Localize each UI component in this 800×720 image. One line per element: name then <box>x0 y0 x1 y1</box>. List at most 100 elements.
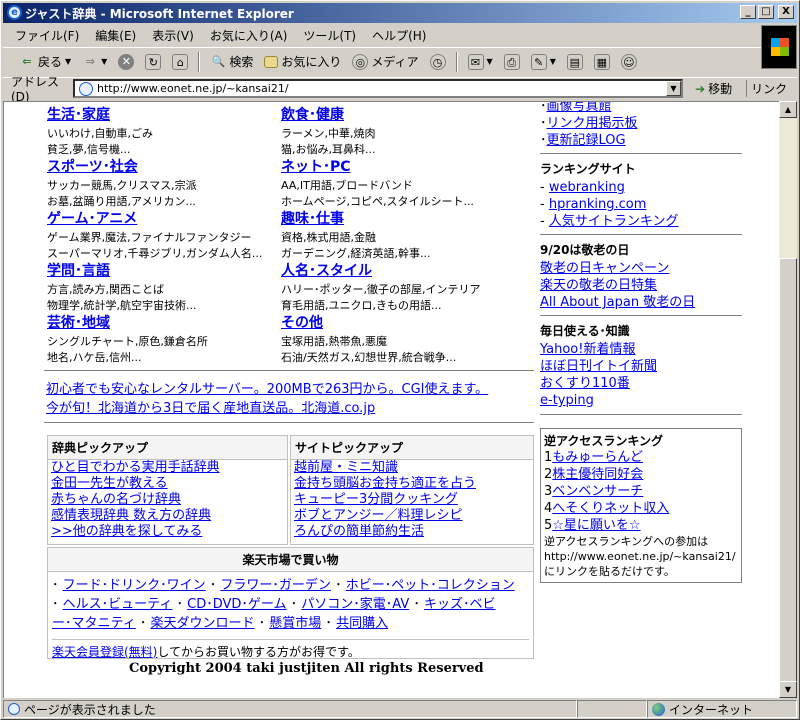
refresh-button[interactable]: ↻ <box>141 51 165 73</box>
dict-pickup-link[interactable]: ひと目でわかる実用手話辞典 <box>51 460 220 475</box>
site-pickup-link[interactable]: 金持ち頭脳お金持ち適正を占う <box>294 476 476 491</box>
menu-edit[interactable]: 編集(E) <box>95 27 136 44</box>
globe-icon <box>652 702 665 716</box>
edit-icon: ✎ <box>530 53 547 70</box>
category-title[interactable]: ゲーム･アニメ <box>47 211 137 227</box>
discuss-button[interactable]: ▤ <box>563 51 587 73</box>
rakuten-link[interactable]: 懸賞市場 <box>269 616 321 631</box>
ranking-link[interactable]: webranking <box>549 180 625 195</box>
address-url[interactable]: http://www.eonet.ne.jp/~kansai21/ <box>97 82 289 95</box>
address-dropdown-button[interactable]: ▼ <box>666 81 681 96</box>
promo-link[interactable]: 今が旬！北海道から3日で届く産地直送品。北海道.co.jp <box>46 401 375 416</box>
menu-favorites[interactable]: お気に入り(A) <box>210 27 288 44</box>
category-title[interactable]: 芸術･地域 <box>47 315 110 331</box>
scroll-thumb[interactable] <box>779 258 797 688</box>
keiro-link[interactable]: 敬老の日キャンペーン <box>540 261 669 276</box>
address-input[interactable]: http://www.eonet.ne.jp/~kansai21/ ▼ <box>73 79 683 98</box>
category-title[interactable]: その他 <box>281 315 323 331</box>
ranking-link[interactable]: hpranking.com <box>549 197 647 212</box>
maximize-button[interactable]: □ <box>758 5 774 19</box>
rakuten-link[interactable]: パソコン･家電･AV <box>301 597 409 612</box>
minimize-button[interactable]: _ <box>740 5 756 19</box>
keiro-link[interactable]: All About Japan 敬老の日 <box>540 295 695 310</box>
print-button[interactable]: ⎙ <box>500 51 524 73</box>
site-pickup-link[interactable]: ろんぴの簡単節約生活 <box>294 524 424 539</box>
forward-button[interactable]: ⇒ ▼ <box>78 51 111 73</box>
dict-pickup-link[interactable]: 金田一先生が教える <box>51 476 168 491</box>
rakuten-link[interactable]: フード･ドリンク･ワイン <box>63 578 206 593</box>
rakuten-member-text: してからお買い物する方がお得です。 <box>157 645 360 659</box>
history-button[interactable]: ◷ <box>426 51 450 73</box>
back-button[interactable]: ⇐ 戻る ▼ <box>15 51 75 73</box>
home-button[interactable]: ⌂ <box>168 51 192 73</box>
access-ranking-link[interactable]: もみゅーらんど <box>552 450 643 465</box>
mail-icon: ✉ <box>467 53 484 70</box>
close-button[interactable]: X <box>778 5 794 19</box>
menu-help[interactable]: ヘルプ(H) <box>372 27 426 44</box>
site-pickup-link[interactable]: 越前屋・ミニ知識 <box>294 460 398 475</box>
keiro-link[interactable]: 楽天の敬老の日特集 <box>540 278 657 293</box>
chevron-down-icon: ▼ <box>101 57 108 66</box>
sidebar-link[interactable]: リンク用掲示板 <box>547 116 638 131</box>
daily-link[interactable]: e-typing <box>540 393 594 408</box>
chevron-down-icon: ▼ <box>486 57 493 66</box>
scroll-up-button[interactable]: ▲ <box>779 101 797 118</box>
dict-pickup-link[interactable]: 感情表現辞典 数え方の辞典 <box>51 508 211 523</box>
messenger-button[interactable]: ☺ <box>617 51 641 73</box>
access-ranking-link[interactable]: ベンベンサーチ <box>552 484 643 499</box>
category-title[interactable]: スポーツ･社会 <box>47 159 138 175</box>
research-button[interactable]: ▦ <box>590 51 614 73</box>
media-button[interactable]: ◎ メディア <box>348 51 422 73</box>
rakuten-link[interactable]: ヘルス･ビューティ <box>63 597 173 612</box>
go-button[interactable]: ➔ 移動 <box>695 80 732 97</box>
stop-button[interactable]: ✕ <box>114 51 138 73</box>
favorites-button[interactable]: お気に入り <box>260 51 345 73</box>
category-title[interactable]: 学問･言語 <box>47 263 110 279</box>
access-ranking-header: 逆アクセスランキング <box>544 434 664 448</box>
category-title[interactable]: 生活･家庭 <box>47 107 110 123</box>
rakuten-link[interactable]: キッズ･ベビ <box>424 597 496 612</box>
rakuten-member-link[interactable]: 楽天会員登録(無料) <box>52 645 157 659</box>
rakuten-link[interactable]: CD･DVD･ゲーム <box>187 597 286 612</box>
dict-pickup-link[interactable]: 赤ちゃんの名づけ辞典 <box>51 492 181 507</box>
ie-icon: e <box>7 5 22 20</box>
category-title[interactable]: 飲食･健康 <box>281 107 344 123</box>
edit-button[interactable]: ✎ ▼ <box>527 51 560 73</box>
access-ranking-link[interactable]: 株主優待同好会 <box>552 467 643 482</box>
rakuten-link[interactable]: ー･マタニティ <box>52 616 136 631</box>
search-label: 検索 <box>229 55 254 69</box>
category-title[interactable]: 趣味･仕事 <box>281 211 344 227</box>
rakuten-link[interactable]: 楽天ダウンロード <box>151 616 255 631</box>
dict-pickup-link[interactable]: >>他の辞典を探してみる <box>51 524 202 539</box>
rakuten-link[interactable]: 共同購入 <box>336 616 388 631</box>
menu-view[interactable]: 表示(V) <box>152 27 194 44</box>
access-note-url: http://www.eonet.ne.jp/~kansai21/ <box>544 550 736 563</box>
rakuten-header: 楽天市場で買い物 <box>48 548 533 572</box>
scroll-down-button[interactable]: ▼ <box>779 681 797 698</box>
rakuten-link[interactable]: ホビー･ペット･コレクション <box>346 578 515 593</box>
address-label: アドレス(D) <box>11 75 60 104</box>
access-ranking-link[interactable]: ☆星に願いを☆ <box>552 518 640 533</box>
category-title[interactable]: 人名･スタイル <box>281 263 372 279</box>
sidebar-link[interactable]: 更新記録LOG <box>547 133 626 148</box>
menu-file[interactable]: ファイル(F) <box>15 27 79 44</box>
vertical-scrollbar[interactable]: ▲ ▼ <box>779 101 797 698</box>
category-title[interactable]: ネット･PC <box>281 159 351 175</box>
access-ranking-link[interactable]: へそくりネット収入 <box>552 501 669 516</box>
daily-link[interactable]: ほぼ日刊イトイ新聞 <box>540 359 657 374</box>
site-pickup-link[interactable]: ボブとアンジー／料理レシピ <box>294 508 462 523</box>
title-bar: e ジャスト辞典 - Microsoft Internet Explorer _… <box>3 3 797 23</box>
promo-link[interactable]: 初心者でも安心なレンタルサーバー。200MBで263円から。CGI使えます。 <box>46 382 488 397</box>
menu-tools[interactable]: ツール(T) <box>303 27 356 44</box>
daily-link[interactable]: Yahoo!新着情報 <box>540 342 635 357</box>
links-button[interactable]: リンク <box>746 80 787 97</box>
sidebar-link[interactable]: 画像写真館 <box>547 102 612 114</box>
category-other: その他 宝塚用語,熱帯魚,悪魔 石油/天然ガス,幻想世界,統合戦争... <box>281 312 511 366</box>
search-button[interactable]: 🔍 検索 <box>206 51 257 73</box>
rakuten-link[interactable]: フラワー･ガーデン <box>220 578 331 593</box>
site-pickup-link[interactable]: キューピー3分間クッキング <box>294 492 458 507</box>
daily-link[interactable]: おくすり110番 <box>540 376 630 391</box>
go-label: 移動 <box>708 82 733 96</box>
mail-button[interactable]: ✉ ▼ <box>464 51 497 73</box>
ranking-link[interactable]: 人気サイトランキング <box>549 214 679 229</box>
